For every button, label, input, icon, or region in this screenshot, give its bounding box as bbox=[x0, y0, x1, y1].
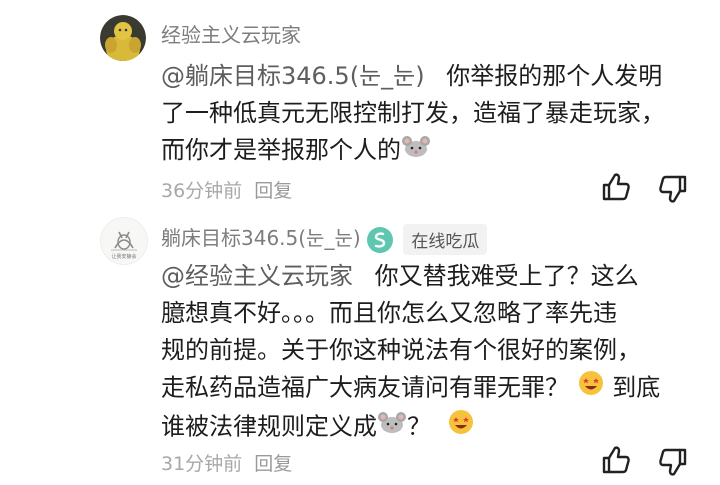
comment-meta: 31分钟前 回复 bbox=[161, 449, 292, 476]
like-button[interactable] bbox=[600, 171, 632, 203]
comment-text-line: 而你才是举报那个人的 bbox=[161, 136, 401, 164]
comment-meta: 36分钟前 回复 bbox=[161, 176, 292, 203]
user-tag: 在线吃瓜 bbox=[403, 224, 488, 255]
comment-text-line: 了一种低真元无限控制打发，造福了暴走玩家， bbox=[161, 99, 665, 127]
mention-link[interactable]: @躺床目标346.5(눈_눈) bbox=[161, 62, 425, 90]
comment-timestamp: 36分钟前 bbox=[161, 180, 243, 202]
comment-timestamp: 31分钟前 bbox=[161, 453, 243, 475]
comment-text-line: 规的前提。关于你这种说法有个很好的案例， bbox=[161, 336, 641, 364]
comment-text-line: 谁被法律规则定义成 bbox=[161, 412, 377, 441]
comment-username[interactable]: 经验主义云玩家 bbox=[161, 19, 301, 48]
thumbs-down-icon bbox=[659, 448, 687, 476]
sketch-cat-avatar-icon: 让我安静会 bbox=[102, 219, 146, 263]
comment-text-line: 到底 bbox=[612, 373, 661, 402]
comment-text-line: 臆想真不好。。。而且你怎么又忽略了率先违 bbox=[161, 299, 617, 327]
comment-username-row: 躺床目标346.5(눈_눈) 在线吃瓜 bbox=[161, 222, 488, 255]
comment-body: @躺床目标346.5(눈_눈) 你举报的那个人发明 了一种低真元无限控制打发，造… bbox=[161, 58, 701, 170]
avatar[interactable] bbox=[100, 15, 146, 61]
comment-username[interactable]: 躺床目标346.5(눈_눈) bbox=[161, 226, 361, 250]
reply-button[interactable]: 回复 bbox=[254, 180, 292, 202]
thumbs-up-icon bbox=[602, 446, 630, 474]
svg-text:让我安静会: 让我安静会 bbox=[111, 253, 136, 260]
comment-body: @经验主义云玩家 你又替我难受上了？这么 臆想真不好。。。而且你怎么又忽略了率先… bbox=[161, 258, 701, 447]
muscle-figure-avatar-icon bbox=[100, 15, 146, 61]
avatar[interactable]: 让我安静会 bbox=[100, 217, 148, 265]
thumbs-up-icon bbox=[602, 173, 630, 201]
dislike-button[interactable] bbox=[657, 173, 689, 205]
star-struck-emoji-icon bbox=[577, 369, 605, 408]
comment-text-line: 走私药品造福广大病友请问有罪无罪？ bbox=[161, 373, 569, 402]
thumbs-down-icon bbox=[659, 175, 687, 203]
star-struck-emoji-icon bbox=[447, 408, 475, 447]
comment-text-line: 你举报的那个人发明 bbox=[446, 62, 663, 90]
mouse-emoji-icon bbox=[377, 409, 407, 446]
teal-s-badge-icon bbox=[367, 226, 394, 253]
dislike-button[interactable] bbox=[657, 446, 689, 478]
mouse-emoji-icon bbox=[401, 133, 431, 170]
reply-button[interactable]: 回复 bbox=[254, 453, 292, 475]
like-button[interactable] bbox=[600, 444, 632, 476]
comment-text-line: 你又替我难受上了？这么 bbox=[374, 262, 639, 290]
mention-link[interactable]: @经验主义云玩家 bbox=[161, 262, 353, 290]
comment-text-line: ？ bbox=[407, 412, 431, 441]
